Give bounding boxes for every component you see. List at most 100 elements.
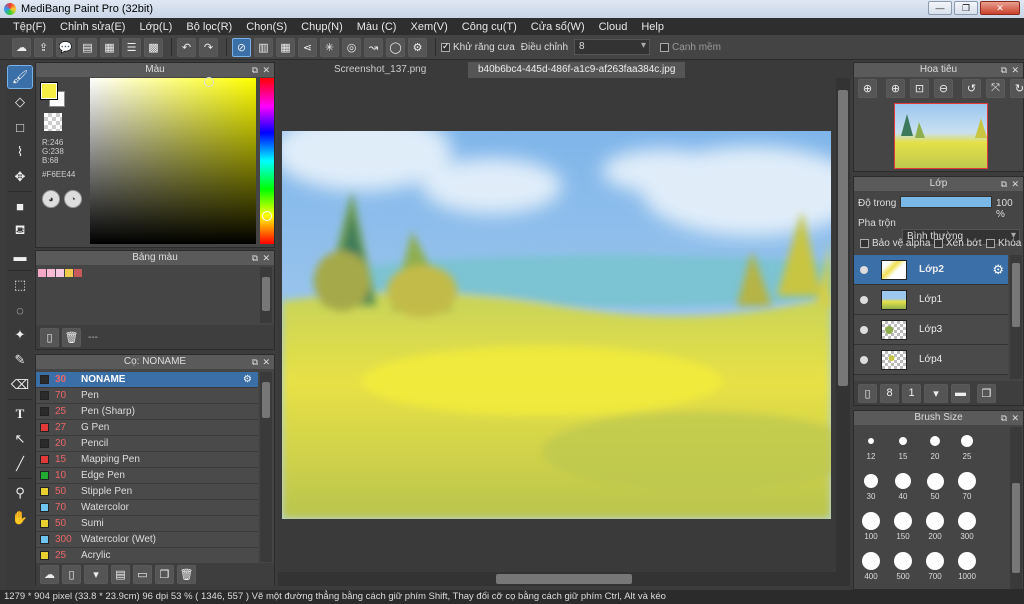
canvas-vertical-scrollbar[interactable] xyxy=(836,78,850,572)
rotate-left-button[interactable]: ↺ xyxy=(962,79,981,98)
lock-toggle[interactable]: Khóa xyxy=(986,238,1021,249)
brush-item[interactable]: 50 Stipple Pen xyxy=(36,484,258,500)
zoom-in-button[interactable]: ⊕ xyxy=(858,79,877,98)
palette-scroll-thumb[interactable] xyxy=(262,277,270,311)
brush-item[interactable]: 50 Sumi xyxy=(36,516,258,532)
foreground-color-swatch[interactable] xyxy=(40,82,58,100)
menu-snap[interactable]: Chụp(N) xyxy=(294,21,350,33)
saturation-value-picker[interactable] xyxy=(90,78,256,244)
grid-button[interactable]: ▩ xyxy=(144,37,163,57)
clip-checkbox[interactable] xyxy=(934,239,943,248)
tab-screenshot[interactable]: Screenshot_137.png xyxy=(324,62,436,78)
visibility-eye-icon[interactable] xyxy=(860,325,868,334)
popout-icon[interactable]: ⧉ xyxy=(1001,63,1007,77)
brush-size-preset[interactable]: 300 xyxy=(952,511,982,541)
palette-swatch[interactable] xyxy=(56,269,64,277)
close-icon[interactable]: ✕ xyxy=(1011,411,1019,425)
smooth-toggle[interactable]: Cạnh mềm xyxy=(660,42,721,53)
select-eraser-tool[interactable]: ⌫ xyxy=(8,374,32,396)
protect-alpha-toggle[interactable]: Bảo vệ alpha xyxy=(860,238,930,249)
move-tool[interactable]: ✥ xyxy=(8,166,32,188)
brush-size-preset[interactable]: 700 xyxy=(920,551,950,581)
eraser-tool[interactable]: ◇ xyxy=(8,91,32,113)
delete-brush-button[interactable]: 🗑 xyxy=(177,565,196,584)
brush-list-scrollbar[interactable] xyxy=(260,372,272,562)
layer-folder-button[interactable]: ▬ xyxy=(951,383,970,403)
menu-file[interactable]: Tệp(F) xyxy=(6,21,53,33)
brush-size-preset[interactable]: 200 xyxy=(920,511,950,541)
bucket-tool[interactable]: ⛾ xyxy=(8,220,32,242)
minimize-button[interactable]: — xyxy=(928,1,952,15)
new-palette-button[interactable]: ▯ xyxy=(40,327,59,347)
close-icon[interactable]: ✕ xyxy=(262,355,270,369)
menu-color[interactable]: Màu (C) xyxy=(350,21,404,33)
layer-list-scrollbar[interactable] xyxy=(1010,255,1022,379)
brush-size-preset[interactable]: 400 xyxy=(856,551,886,581)
brush-scroll-thumb[interactable] xyxy=(262,382,270,418)
protect-alpha-checkbox[interactable] xyxy=(860,239,869,248)
popout-icon[interactable]: ⧉ xyxy=(1001,411,1007,425)
brush-size-preset[interactable]: 500 xyxy=(888,551,918,581)
brush-size-preset[interactable]: 70 xyxy=(952,471,982,501)
snap-curve-button[interactable]: ↝ xyxy=(364,37,383,57)
menu-edit[interactable]: Chỉnh sửa(E) xyxy=(53,21,132,33)
gradient-tool[interactable]: ▬ xyxy=(8,245,32,267)
eyedropper-tool[interactable]: ⚲ xyxy=(8,482,32,504)
brush-item[interactable]: 25 Acrylic xyxy=(36,548,258,564)
snap-off-button[interactable]: ⊘ xyxy=(232,37,251,57)
brush-size-preset[interactable]: 100 xyxy=(856,511,886,541)
brush-item[interactable]: 70 Pen xyxy=(36,388,258,404)
smooth-checkbox[interactable] xyxy=(660,42,670,52)
brush-settings-gear-icon[interactable]: ⚙ xyxy=(243,374,252,385)
brush-item[interactable]: 25 Pen (Sharp) xyxy=(36,404,258,420)
snap-circle-button[interactable]: ◯ xyxy=(386,37,405,57)
select-tool[interactable]: ⬚ xyxy=(8,274,32,296)
brush-size-preset[interactable]: 25 xyxy=(952,431,982,461)
menu-filter[interactable]: Bộ lọc(R) xyxy=(179,21,239,33)
undo-button[interactable]: ↶ xyxy=(177,37,196,57)
visibility-eye-icon[interactable] xyxy=(860,355,868,364)
duplicate-layer-button[interactable]: ❐ xyxy=(977,383,996,403)
fill-shape-tool[interactable]: ■ xyxy=(8,195,32,217)
layer-scroll-thumb[interactable] xyxy=(1012,263,1020,327)
brush-size-preset[interactable]: 15 xyxy=(888,431,918,461)
close-icon[interactable]: ✕ xyxy=(262,251,270,265)
menu-layer[interactable]: Lớp(L) xyxy=(132,21,179,33)
new-1bit-layer-button[interactable]: 1 xyxy=(902,383,921,403)
layer-item[interactable]: Lớp4 xyxy=(854,345,1008,375)
palette-swatch[interactable] xyxy=(47,269,55,277)
divide-tool[interactable]: ╱ xyxy=(8,453,32,475)
close-icon[interactable]: ✕ xyxy=(1011,63,1019,77)
menu-view[interactable]: Xem(V) xyxy=(403,21,454,33)
brush-tool[interactable]: 🖌 xyxy=(7,65,33,89)
adjust-select[interactable]: 8 xyxy=(574,39,651,55)
reset-view-button[interactable]: ⤧ xyxy=(986,79,1005,98)
palette-swatch[interactable] xyxy=(65,269,73,277)
brush-size-preset[interactable]: 30 xyxy=(856,471,886,501)
brush-item[interactable]: 300 Watercolor (Wet) xyxy=(36,532,258,548)
add-layer-menu-button[interactable]: ▾ xyxy=(924,383,948,403)
zoom-out-button[interactable]: ⊖ xyxy=(934,79,953,98)
antialias-checkbox[interactable] xyxy=(441,41,450,52)
page-button[interactable]: ▦ xyxy=(100,37,119,57)
maximize-button[interactable]: ❐ xyxy=(954,1,978,15)
delete-palette-button[interactable]: 🗑 xyxy=(62,327,81,347)
brush-item[interactable]: 20 Pencil xyxy=(36,436,258,452)
layer-item[interactable]: Lớp2 ⚙ xyxy=(854,255,1008,285)
select-pen-tool[interactable]: ✎ xyxy=(8,349,32,371)
snap-radial-line-button[interactable]: ✳ xyxy=(320,37,339,57)
layer-settings-gear-icon[interactable]: ⚙ xyxy=(992,262,1004,278)
brush-size-preset[interactable]: 150 xyxy=(888,511,918,541)
brush-folder-button[interactable]: ▭ xyxy=(133,565,152,584)
popout-icon[interactable]: ⧉ xyxy=(252,355,258,369)
color-picker-cursor[interactable] xyxy=(204,77,214,87)
text-tool[interactable]: T xyxy=(8,403,32,425)
artwork-canvas[interactable] xyxy=(282,131,831,519)
palette-swatch[interactable] xyxy=(74,269,82,277)
palette-swatch[interactable] xyxy=(38,269,46,277)
blur-tool[interactable]: ⌇ xyxy=(8,141,32,163)
zoom-in-step-button[interactable]: ⊕ xyxy=(886,79,905,98)
cloud-upload-button[interactable]: ☁ xyxy=(12,37,31,57)
layer-item[interactable]: Lớp1 xyxy=(854,285,1008,315)
menu-cloud[interactable]: Cloud xyxy=(592,21,635,33)
